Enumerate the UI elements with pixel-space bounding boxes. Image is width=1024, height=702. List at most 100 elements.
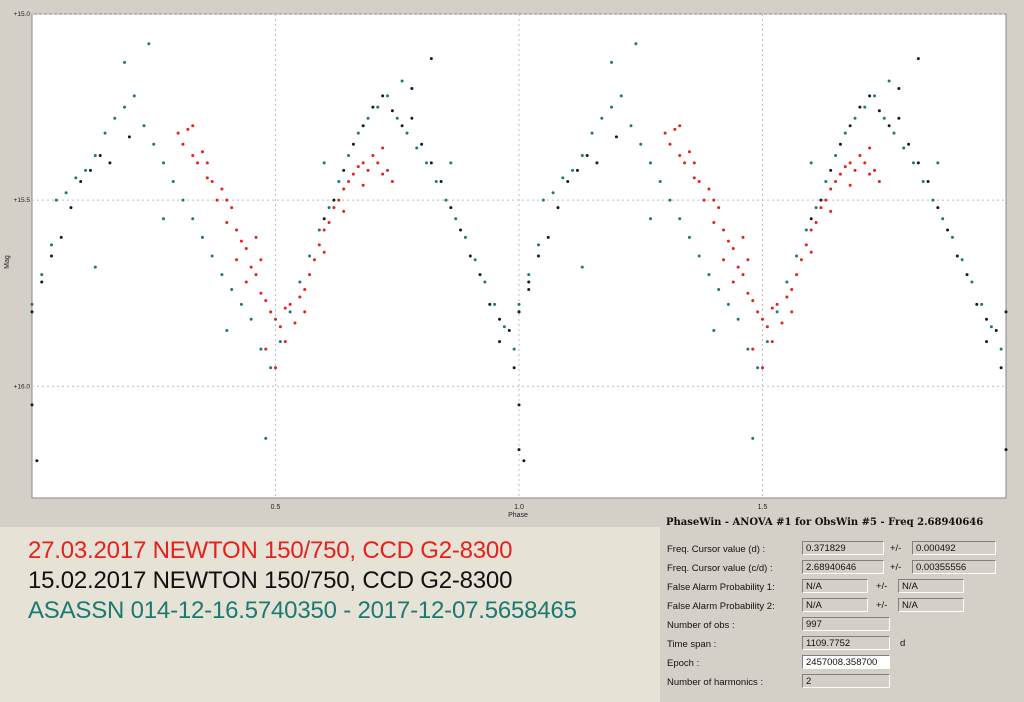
data-point <box>381 146 385 150</box>
freq-d-err[interactable]: 0.000492 <box>912 541 996 555</box>
freq-d-pm: +/- <box>890 543 902 554</box>
data-point <box>356 131 360 135</box>
data-point <box>210 254 214 258</box>
harmonics-value[interactable]: 2 <box>802 674 890 688</box>
freq-d-value[interactable]: 0.371829 <box>802 541 884 555</box>
data-point <box>205 161 209 165</box>
data-point <box>244 280 248 284</box>
data-point <box>829 209 833 213</box>
data-point <box>761 366 764 370</box>
data-point <box>985 340 989 344</box>
data-point <box>264 347 268 351</box>
data-point <box>327 220 331 224</box>
data-point <box>863 161 867 165</box>
data-point <box>726 239 730 243</box>
data-point <box>882 116 886 120</box>
data-point <box>780 321 784 325</box>
data-point <box>736 317 740 321</box>
phase-plot[interactable]: 0.5 1.0 1.5 +15.0 +15.5 +16.0 Phase Mag <box>0 0 1024 527</box>
data-point <box>278 325 282 329</box>
data-point <box>230 288 234 292</box>
data-point <box>347 180 351 184</box>
data-point <box>697 180 701 184</box>
y-axis-label: Mag <box>4 255 11 269</box>
data-point <box>809 228 813 232</box>
data-point <box>848 183 852 187</box>
freq-cd-pm: +/- <box>890 562 902 573</box>
nobs-row: Number of obs : 997 <box>660 617 1024 636</box>
data-point <box>902 146 906 150</box>
fap2-pm: +/- <box>876 600 888 611</box>
data-point <box>84 168 88 172</box>
data-point <box>834 153 838 157</box>
data-point <box>936 161 940 165</box>
data-point <box>668 198 672 202</box>
nobs-value[interactable]: 997 <box>802 617 890 631</box>
data-point <box>478 273 482 277</box>
data-point <box>848 161 852 165</box>
data-point <box>770 340 774 344</box>
data-point <box>950 235 954 239</box>
data-point <box>527 280 531 284</box>
data-point <box>517 448 521 452</box>
fap2-err[interactable]: N/A <box>898 598 964 612</box>
data-point <box>303 310 307 314</box>
data-point <box>765 340 769 344</box>
data-point <box>40 280 44 284</box>
fap1-value[interactable]: N/A <box>802 579 868 593</box>
data-point <box>200 150 204 154</box>
legend-entry-red: 27.03.2017 NEWTON 150/750, CCD G2-8300 <box>28 537 513 564</box>
freq-d-row: Freq. Cursor value (d) : 0.371829 +/- 0.… <box>660 541 1024 560</box>
data-point <box>434 180 438 184</box>
freq-cd-value[interactable]: 2.68940646 <box>802 560 884 574</box>
fap1-err[interactable]: N/A <box>898 579 964 593</box>
x-tick-label: 1.0 <box>514 504 524 511</box>
data-point <box>897 86 901 90</box>
data-point <box>863 105 867 109</box>
data-point <box>746 347 750 351</box>
data-point <box>161 217 165 221</box>
data-point <box>181 198 185 202</box>
data-point <box>931 198 935 202</box>
data-point <box>868 172 872 176</box>
freq-cd-err[interactable]: 0.00355556 <box>912 560 996 574</box>
x-tick-labels: 0.5 1.0 1.5 <box>271 504 768 511</box>
fap2-value[interactable]: N/A <box>802 598 868 612</box>
data-point <box>580 153 584 157</box>
data-point <box>327 206 331 210</box>
data-point <box>98 153 102 157</box>
freq-cd-label: Freq. Cursor value (c/d) : <box>667 563 773 574</box>
data-point <box>799 258 803 262</box>
data-point <box>658 180 662 184</box>
epoch-input[interactable]: 2457008.358700 <box>802 655 890 669</box>
data-point <box>361 161 365 165</box>
data-point <box>994 328 998 332</box>
data-point <box>999 366 1003 370</box>
data-point <box>887 124 891 128</box>
data-point <box>332 206 336 210</box>
data-point <box>619 94 623 98</box>
data-point <box>916 57 920 61</box>
data-point <box>717 288 721 292</box>
y-tick-label: +16.0 <box>14 383 31 390</box>
y-tick-labels: +15.0 +15.5 +16.0 <box>14 11 31 390</box>
data-point <box>239 239 243 243</box>
data-point <box>356 165 360 169</box>
data-point <box>707 187 711 191</box>
data-point <box>824 198 828 202</box>
data-point <box>415 146 419 150</box>
timespan-value[interactable]: 1109.7752 <box>802 636 890 650</box>
timespan-row: Time span : 1109.7752 d <box>660 636 1024 655</box>
data-point <box>93 153 97 157</box>
data-point <box>877 109 881 113</box>
data-point <box>249 317 253 321</box>
data-point <box>819 198 823 202</box>
data-point <box>54 198 58 202</box>
data-point <box>449 161 453 165</box>
data-point <box>400 79 404 83</box>
data-point <box>858 153 862 157</box>
data-point <box>717 206 721 210</box>
data-point <box>970 280 974 284</box>
data-point <box>566 180 570 184</box>
data-point <box>59 235 63 239</box>
